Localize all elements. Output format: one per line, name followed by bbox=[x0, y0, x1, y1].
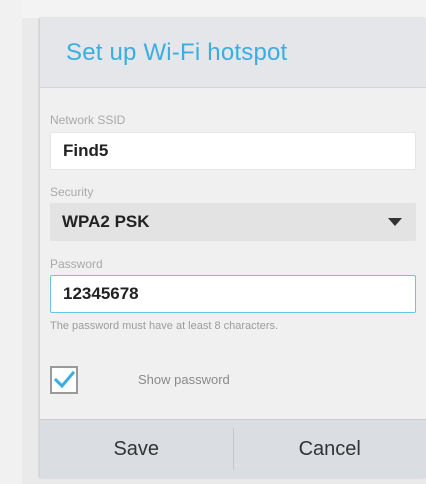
ssid-input[interactable]: Find5 bbox=[50, 132, 416, 170]
password-value: 12345678 bbox=[63, 284, 139, 303]
show-password-label[interactable]: Show password bbox=[138, 372, 230, 387]
security-select[interactable]: WPA2 PSK bbox=[50, 203, 416, 241]
cancel-button[interactable]: Cancel bbox=[234, 420, 426, 478]
security-selected-value: WPA2 PSK bbox=[62, 212, 150, 231]
check-icon bbox=[53, 370, 75, 389]
chevron-down-icon bbox=[388, 218, 402, 226]
wifi-hotspot-dialog: Set up Wi-Fi hotspot Network SSID Find5 … bbox=[40, 18, 426, 478]
background-left bbox=[0, 0, 22, 484]
show-password-checkbox[interactable] bbox=[50, 366, 78, 394]
dialog-title: Set up Wi-Fi hotspot bbox=[66, 38, 288, 66]
security-label: Security bbox=[50, 185, 94, 199]
ssid-label: Network SSID bbox=[50, 113, 126, 127]
password-hint: The password must have at least 8 charac… bbox=[50, 320, 279, 332]
ssid-value: Find5 bbox=[63, 141, 109, 160]
dialog-button-bar: Save Cancel bbox=[40, 419, 426, 478]
dialog-header: Set up Wi-Fi hotspot bbox=[40, 18, 426, 88]
background-top bbox=[0, 0, 426, 18]
save-button[interactable]: Save bbox=[40, 420, 233, 478]
password-label: Password bbox=[50, 257, 103, 271]
password-input[interactable]: 12345678 bbox=[50, 275, 416, 313]
